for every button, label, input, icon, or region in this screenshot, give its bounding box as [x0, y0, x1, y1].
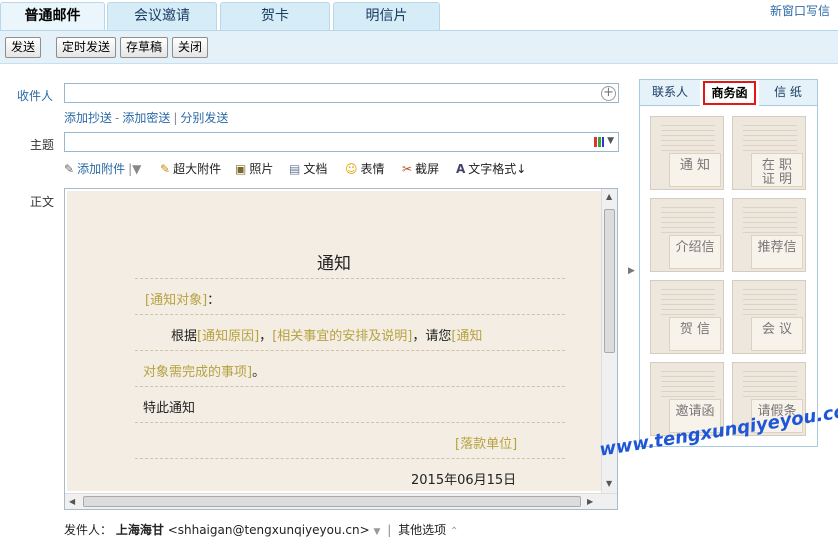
close-button[interactable]: 关闭	[172, 37, 209, 58]
large-attachment-button[interactable]: ✎ 超大附件	[160, 160, 221, 177]
subject-input[interactable]: ▼	[64, 132, 619, 152]
body-editor[interactable]: 通知 [通知对象]： 根据[通知原因]，[相关事宜的安排及说明]，请您[通知 对…	[64, 188, 618, 510]
paperclip-icon: ✎	[64, 162, 75, 176]
tab-stationery[interactable]: 信 纸	[759, 80, 817, 106]
template-recommendation-letter[interactable]: 推荐信	[732, 198, 806, 272]
text-format-button[interactable]: A 文字格式↓	[456, 160, 526, 177]
screenshot-button[interactable]: ✂ 截屏	[402, 160, 439, 177]
to-label[interactable]: 收件人	[17, 87, 53, 104]
document-icon: ▤	[289, 162, 301, 176]
horizontal-scroll-thumb[interactable]	[83, 496, 581, 507]
sender-email[interactable]: <shhaigan@tengxunqiyeyou.cn>	[168, 523, 370, 537]
photo-icon: ▣	[235, 162, 247, 176]
photo-button[interactable]: ▣ 照片	[235, 160, 273, 177]
scroll-right-icon[interactable]: ▶	[587, 497, 593, 506]
subject-color-icon[interactable]	[594, 137, 604, 147]
tab-contacts[interactable]: 联系人	[640, 80, 700, 106]
sender-name: 上海海甘	[115, 523, 164, 537]
tab-meeting-invite[interactable]: 会议邀请	[107, 2, 217, 30]
separate-send-link[interactable]: 分别发送	[180, 111, 228, 125]
compose-tab-bar: 普通邮件 会议邀请 贺卡 明信片 新窗口写信	[0, 0, 838, 30]
compose-toolbar: 发送 定时发送 存草稿 关闭	[0, 30, 838, 64]
tab-normal-mail[interactable]: 普通邮件	[0, 2, 105, 30]
collapse-panel-icon[interactable]: ▶	[628, 266, 635, 276]
letter-body-line-1: 根据[通知原因]，[相关事宜的安排及说明]，请您[通知	[171, 329, 483, 344]
new-window-link[interactable]: 新窗口写信	[770, 2, 830, 19]
add-bcc-link[interactable]: 添加密送	[122, 111, 170, 125]
text-format-icon: A	[456, 162, 466, 176]
attachment-dropdown-icon[interactable]: |▼	[128, 162, 141, 176]
letter-title: 通知	[317, 254, 351, 274]
rule-line	[135, 386, 565, 387]
chevron-down-icon[interactable]: ▼	[607, 136, 614, 146]
body-label: 正文	[30, 195, 55, 209]
smiley-icon: ☺	[345, 162, 358, 176]
scissors-icon: ✂	[402, 162, 413, 176]
rule-line	[135, 422, 565, 423]
scroll-up-icon[interactable]: ▲	[606, 192, 612, 201]
letter-target-line: [通知对象]：	[145, 293, 221, 308]
rule-line	[135, 314, 565, 315]
tab-business-letters[interactable]: 商务函	[703, 81, 756, 105]
letter-closing: 特此通知	[143, 401, 196, 416]
letter-template[interactable]: 通知 [通知对象]： 根据[通知原因]，[相关事宜的安排及说明]，请您[通知 对…	[67, 191, 601, 491]
horizontal-scrollbar[interactable]: ◀ ▶	[65, 493, 617, 509]
document-button[interactable]: ▤ 文档	[289, 160, 327, 177]
template-employment-certificate[interactable]: 在 职 证 明	[732, 116, 806, 190]
letter-body-line-2: 对象需完成的事项]。	[143, 365, 266, 380]
add-contact-icon[interactable]: +	[601, 86, 616, 101]
sender-dropdown-icon[interactable]: ▼	[373, 527, 380, 537]
letter-date: 2015年06月15日	[411, 473, 517, 488]
scroll-down-icon[interactable]: ▼	[606, 479, 612, 488]
template-introduction-letter[interactable]: 介绍信	[650, 198, 724, 272]
add-cc-link[interactable]: 添加抄送	[64, 111, 112, 125]
tab-postcard[interactable]: 明信片	[333, 2, 440, 30]
sender-line: 发件人： 上海海甘 <shhaigan@tengxunqiyeyou.cn> ▼…	[64, 523, 459, 537]
letter-signature: [落款单位]	[455, 437, 518, 452]
other-options-link[interactable]: 其他选项	[398, 523, 446, 537]
large-attachment-icon: ✎	[160, 162, 171, 176]
template-panel: 联系人 商务函 信 纸 通 知 在 职 证 明 介绍信 推荐信 贺 信 会 议 …	[639, 79, 818, 447]
chevron-up-icon[interactable]: ⌃	[450, 526, 458, 537]
save-draft-button[interactable]: 存草稿	[120, 37, 169, 58]
template-notice[interactable]: 通 知	[650, 116, 724, 190]
rule-line	[135, 350, 565, 351]
sender-label: 发件人：	[64, 523, 113, 537]
template-meeting[interactable]: 会 议	[732, 280, 806, 354]
rule-line	[135, 458, 565, 459]
rule-line	[135, 278, 565, 279]
vertical-scroll-thumb[interactable]	[604, 209, 615, 353]
send-button[interactable]: 发送	[5, 37, 42, 58]
to-input[interactable]: +	[64, 83, 619, 103]
recipient-options: 添加抄送 - 添加密送 | 分别发送	[64, 111, 229, 125]
tab-greeting-card[interactable]: 贺卡	[220, 2, 330, 30]
emoticon-button[interactable]: ☺ 表情	[345, 160, 385, 177]
template-congratulation-letter[interactable]: 贺 信	[650, 280, 724, 354]
add-attachment-button[interactable]: ✎ 添加附件 |▼	[64, 160, 141, 177]
scheduled-send-button[interactable]: 定时发送	[56, 37, 117, 58]
subject-label: 主题	[30, 138, 55, 152]
scroll-left-icon[interactable]: ◀	[69, 497, 75, 506]
